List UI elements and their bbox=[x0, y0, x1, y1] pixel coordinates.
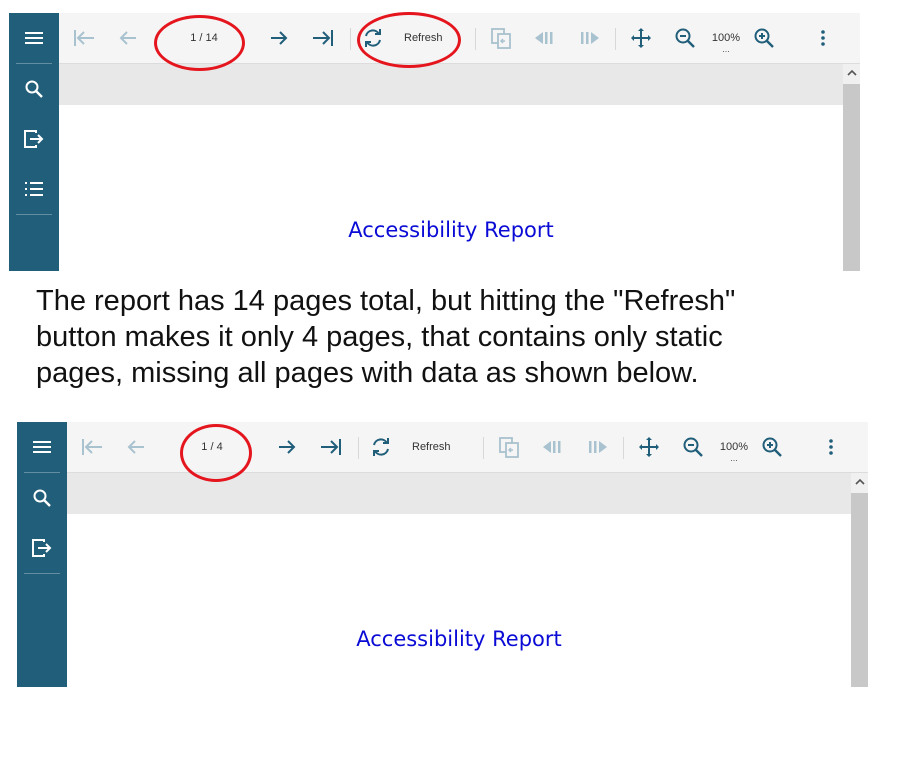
pan-button[interactable] bbox=[637, 422, 661, 472]
report-title: Accessibility Report bbox=[348, 218, 554, 242]
zoom-out-button[interactable] bbox=[681, 422, 705, 472]
previous-section-button[interactable] bbox=[541, 422, 565, 472]
vertical-scrollbar[interactable] bbox=[843, 64, 860, 271]
search-icon bbox=[25, 80, 43, 98]
sidebar-divider bbox=[16, 63, 52, 64]
first-page-button[interactable] bbox=[79, 422, 105, 472]
hamburger-icon bbox=[25, 32, 43, 44]
refresh-icon bbox=[373, 438, 389, 456]
zoom-options[interactable]: ... bbox=[724, 454, 744, 463]
search-button[interactable] bbox=[17, 475, 67, 521]
last-page-icon bbox=[313, 30, 333, 46]
back-to-parent-button[interactable] bbox=[489, 13, 513, 63]
next-section-icon bbox=[589, 441, 607, 453]
zoom-in-icon bbox=[754, 28, 774, 48]
chevron-up-icon bbox=[846, 69, 857, 76]
last-page-button[interactable] bbox=[310, 13, 336, 63]
pan-button[interactable] bbox=[629, 13, 653, 63]
next-page-button[interactable] bbox=[275, 422, 299, 472]
export-button[interactable] bbox=[17, 525, 67, 571]
explanation-line-2: button makes it only 4 pages, that conta… bbox=[36, 321, 723, 353]
explanation-line-3: pages, missing all pages with data as sh… bbox=[36, 357, 699, 389]
zoom-out-button[interactable] bbox=[673, 13, 697, 63]
arrow-right-icon bbox=[279, 440, 296, 454]
more-options-button[interactable] bbox=[819, 422, 843, 472]
zoom-out-icon bbox=[675, 28, 695, 48]
scroll-up-button[interactable] bbox=[851, 473, 868, 491]
scrollbar-thumb[interactable] bbox=[843, 84, 860, 271]
table-of-contents-button[interactable] bbox=[9, 166, 59, 212]
zoom-out-icon bbox=[683, 437, 703, 457]
back-to-parent-icon bbox=[491, 28, 511, 49]
refresh-button[interactable]: Refresh bbox=[370, 422, 458, 472]
report-page-gap bbox=[59, 64, 843, 105]
arrow-right-icon bbox=[271, 31, 288, 45]
arrow-left-icon bbox=[119, 31, 136, 45]
zoom-in-button[interactable] bbox=[760, 422, 784, 472]
menu-button[interactable] bbox=[17, 424, 67, 470]
explanation-line-1: The report has 14 pages total, but hitti… bbox=[36, 285, 736, 317]
zoom-options[interactable]: ... bbox=[716, 45, 736, 54]
refresh-label: Refresh bbox=[412, 441, 451, 453]
report-page-gap bbox=[67, 473, 851, 514]
previous-section-button[interactable] bbox=[533, 13, 557, 63]
more-vertical-icon bbox=[829, 439, 833, 455]
pan-icon bbox=[639, 437, 659, 457]
toolbar-separator bbox=[623, 437, 624, 459]
sidebar-divider bbox=[24, 472, 60, 473]
previous-section-icon bbox=[535, 32, 553, 44]
sidebar-divider bbox=[24, 573, 60, 574]
pan-icon bbox=[631, 28, 651, 48]
export-icon bbox=[24, 130, 44, 148]
back-to-parent-icon bbox=[499, 437, 519, 458]
toolbar-separator bbox=[350, 28, 351, 50]
toolbar-separator bbox=[358, 437, 359, 459]
scrollbar-thumb[interactable] bbox=[851, 493, 868, 687]
next-section-button[interactable] bbox=[586, 422, 610, 472]
more-options-button[interactable] bbox=[811, 13, 835, 63]
previous-page-button[interactable] bbox=[124, 422, 148, 472]
more-vertical-icon bbox=[821, 30, 825, 46]
report-viewer-after: 1 / 4 Refresh 100% ... Accessibility Rep… bbox=[17, 422, 868, 687]
back-to-parent-button[interactable] bbox=[497, 422, 521, 472]
search-icon bbox=[33, 489, 51, 507]
last-page-icon bbox=[321, 439, 341, 455]
export-button[interactable] bbox=[9, 116, 59, 162]
toolbar-separator bbox=[483, 437, 484, 459]
annotation-circle-page-count bbox=[180, 424, 252, 482]
next-section-button[interactable] bbox=[578, 13, 602, 63]
export-icon bbox=[32, 539, 52, 557]
search-button[interactable] bbox=[9, 66, 59, 112]
arrow-left-icon bbox=[127, 440, 144, 454]
menu-button[interactable] bbox=[9, 15, 59, 61]
vertical-scrollbar[interactable] bbox=[851, 473, 868, 687]
scroll-up-button[interactable] bbox=[843, 64, 860, 82]
first-page-icon bbox=[74, 30, 94, 46]
zoom-level[interactable]: 100% bbox=[710, 13, 742, 63]
annotation-circle-refresh bbox=[357, 12, 461, 68]
next-section-icon bbox=[581, 32, 599, 44]
zoom-in-button[interactable] bbox=[752, 13, 776, 63]
zoom-level[interactable]: 100% bbox=[718, 422, 750, 472]
explanation-text: The report has 14 pages total, but hitti… bbox=[36, 283, 886, 391]
last-page-button[interactable] bbox=[318, 422, 344, 472]
chevron-up-icon bbox=[854, 478, 865, 485]
sidebar-divider bbox=[16, 214, 52, 215]
hamburger-icon bbox=[33, 441, 51, 453]
toolbar-separator bbox=[615, 28, 616, 50]
first-page-button[interactable] bbox=[71, 13, 97, 63]
next-page-button[interactable] bbox=[267, 13, 291, 63]
previous-page-button[interactable] bbox=[116, 13, 140, 63]
zoom-in-icon bbox=[762, 437, 782, 457]
list-icon bbox=[25, 182, 43, 196]
previous-section-icon bbox=[543, 441, 561, 453]
annotation-circle-page-count bbox=[154, 15, 245, 71]
report-title: Accessibility Report bbox=[356, 627, 562, 651]
toolbar-separator bbox=[475, 28, 476, 50]
first-page-icon bbox=[82, 439, 102, 455]
